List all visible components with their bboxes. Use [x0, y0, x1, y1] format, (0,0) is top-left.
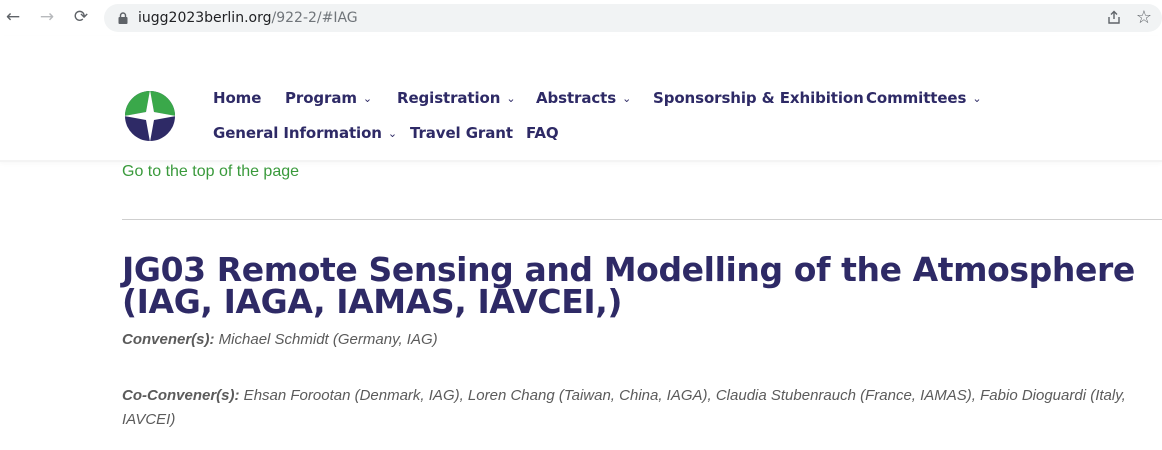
nav-general-information-label: General Information [213, 124, 382, 142]
chevron-down-icon: ⌄ [972, 92, 982, 105]
conveners-line: Convener(s): Michael Schmidt (Germany, I… [122, 331, 438, 348]
nav-sponsorship[interactable]: Sponsorship & Exhibition [653, 89, 864, 107]
session-title: JG03 Remote Sensing and Modelling of the… [122, 250, 1135, 321]
nav-general-information[interactable]: General Information ⌄ [213, 124, 397, 142]
coconveners-label: Co-Convener(s): [122, 387, 240, 404]
site-header: Home Program ⌄ Registration ⌄ Abstracts ⌄ S… [0, 36, 1162, 160]
coconveners-value: Ehsan Forootan (Denmark, IAG), Loren Cha… [122, 387, 1126, 428]
nav-home[interactable]: Home [213, 89, 261, 107]
section-divider [122, 219, 1162, 220]
nav-faq[interactable]: FAQ [526, 124, 559, 142]
nav-program[interactable]: Program ⌄ [285, 89, 372, 107]
nav-travel-grant-label: Travel Grant [410, 124, 513, 142]
share-icon[interactable] [1106, 10, 1122, 26]
chevron-down-icon: ⌄ [387, 127, 397, 140]
lock-icon[interactable] [118, 12, 128, 24]
nav-committees-label: Committees [866, 89, 967, 107]
nav-registration[interactable]: Registration ⌄ [397, 89, 516, 107]
nav-registration-label: Registration [397, 89, 501, 107]
go-to-top-link[interactable]: Go to the top of the page [122, 163, 299, 181]
nav-program-label: Program [285, 89, 357, 107]
nav-abstracts[interactable]: Abstracts ⌄ [536, 89, 631, 107]
nav-faq-label: FAQ [526, 124, 559, 142]
nav-travel-grant[interactable]: Travel Grant [410, 124, 513, 142]
coconveners-line: Co-Convener(s): Ehsan Forootan (Denmark,… [122, 384, 1162, 432]
url-text[interactable]: iugg2023berlin.org/922-2/#IAG [138, 10, 358, 26]
chevron-down-icon: ⌄ [362, 92, 373, 105]
url-domain: iugg2023berlin.org [138, 10, 272, 26]
star-icon[interactable]: ☆ [1136, 7, 1152, 28]
conveners-label: Convener(s): [122, 331, 215, 348]
forward-arrow-icon[interactable]: → [36, 6, 58, 28]
nav-home-label: Home [213, 89, 262, 107]
back-arrow-icon[interactable]: ← [2, 6, 24, 28]
nav-sponsorship-label: Sponsorship & Exhibition [653, 89, 864, 107]
address-bar[interactable]: iugg2023berlin.org/922-2/#IAG ☆ [104, 4, 1162, 32]
chevron-down-icon: ⌄ [622, 92, 632, 105]
nav-abstracts-label: Abstracts [536, 89, 617, 107]
iugg-logo[interactable] [124, 90, 176, 142]
chevron-down-icon: ⌄ [506, 92, 516, 105]
conveners-value: Michael Schmidt (Germany, IAG) [214, 331, 438, 348]
nav-committees[interactable]: Committees ⌄ [866, 89, 982, 107]
browser-toolbar: ← → ⟳ iugg2023berlin.org/922-2/#IAG ☆ [0, 0, 1162, 36]
reload-icon[interactable]: ⟳ [70, 6, 92, 28]
header-shadow [0, 160, 1162, 162]
url-path: /922-2/#IAG [271, 10, 358, 26]
